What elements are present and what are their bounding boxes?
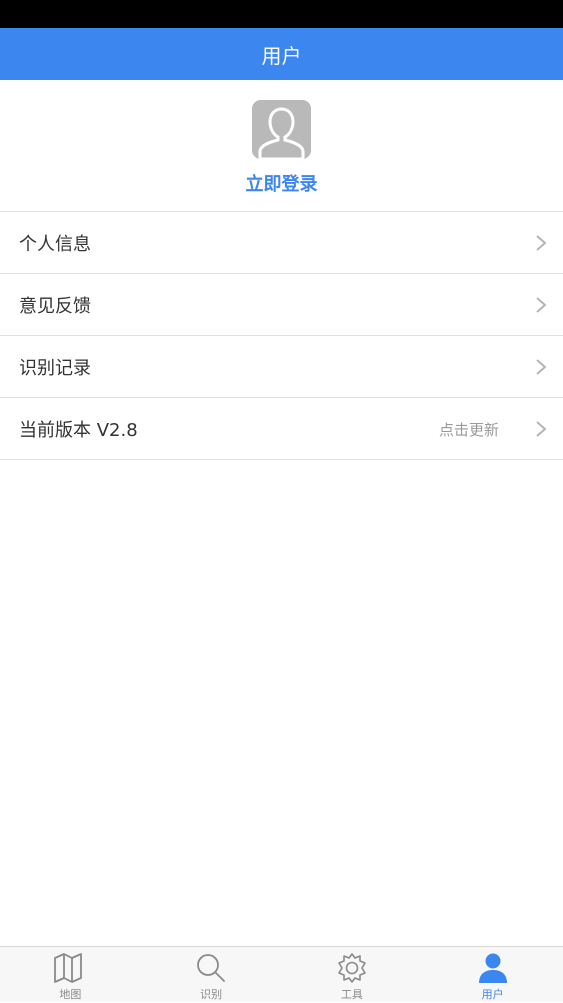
nav-bar: 用户 (0, 28, 563, 80)
tab-label: 地图 (59, 988, 82, 1001)
menu-item-feedback[interactable]: 意见反馈 (0, 274, 563, 336)
tab-recognize[interactable]: 识别 (141, 947, 282, 1003)
tab-user[interactable]: 用户 (422, 947, 563, 1003)
chevron-right-icon (536, 359, 547, 375)
menu-item-label: 当前版本 V2.8 (19, 419, 138, 441)
status-bar (0, 0, 563, 28)
page-title: 用户 (261, 43, 302, 68)
search-icon (197, 954, 226, 982)
menu-item-label: 个人信息 (19, 233, 91, 255)
login-link[interactable]: 立即登录 (0, 170, 563, 196)
chevron-right-icon (536, 297, 547, 313)
menu-item-recognition-history[interactable]: 识别记录 (0, 336, 563, 398)
map-icon (54, 953, 83, 983)
chevron-right-icon (536, 235, 547, 251)
tab-map[interactable]: 地图 (0, 947, 141, 1003)
user-icon (478, 953, 507, 983)
update-link[interactable]: 点击更新 (439, 398, 499, 460)
tab-bar: 地图 识别 工具 用户 (0, 946, 563, 1002)
settings-menu: 个人信息 意见反馈 识别记录 当前版本 V2.8 点击更新 (0, 212, 563, 460)
menu-item-label: 意见反馈 (19, 295, 91, 317)
tab-label: 用户 (481, 988, 504, 1001)
chevron-right-icon (536, 421, 547, 437)
tab-tools[interactable]: 工具 (282, 947, 423, 1003)
menu-item-version[interactable]: 当前版本 V2.8 点击更新 (0, 398, 563, 460)
default-avatar-icon[interactable] (252, 100, 311, 159)
gear-icon (338, 953, 366, 983)
menu-item-label: 识别记录 (19, 357, 91, 379)
profile-section: 立即登录 (0, 80, 563, 212)
tab-label: 工具 (340, 988, 363, 1001)
menu-item-personal-info[interactable]: 个人信息 (0, 212, 563, 274)
tab-label: 识别 (200, 988, 223, 1001)
